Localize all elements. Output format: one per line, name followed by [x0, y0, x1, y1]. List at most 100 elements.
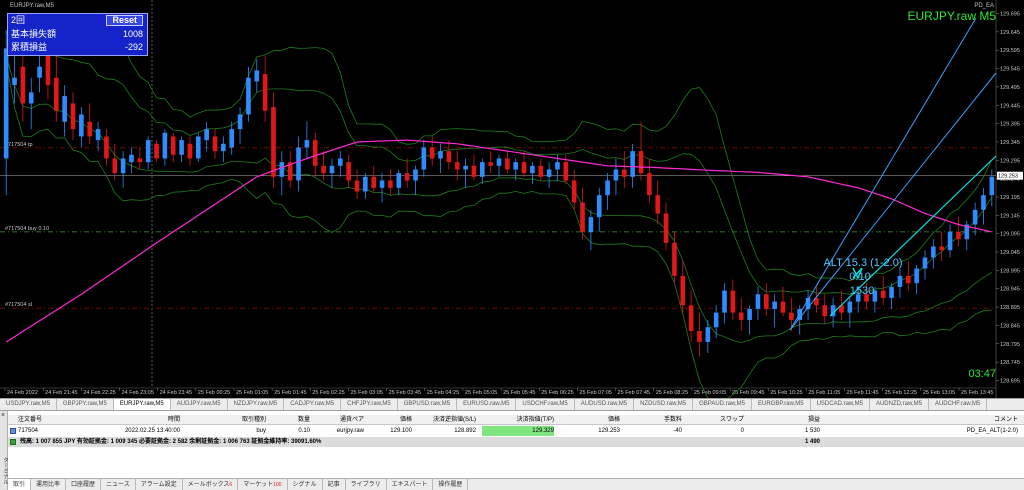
terminal-tab-label: シグナル: [292, 482, 317, 488]
account-summary-text: 残高: 1 007 855 JPY 有効証拠金: 1 009 345 必要証拠金…: [20, 439, 322, 445]
price-tick-label: 129.545: [1000, 67, 1020, 73]
column-header[interactable]: 決済逆指値(S/L): [416, 415, 476, 425]
terminal-tab[interactable]: エキスパート: [387, 479, 434, 490]
alt-label-amount: 1530: [849, 285, 875, 297]
time-tick-label: 25 Feb 03:45: [389, 390, 421, 396]
clock-label: 03:47: [968, 368, 996, 380]
candle-down: [388, 180, 393, 188]
candle-down: [789, 312, 794, 320]
column-header[interactable]: 決済指値(T/P): [482, 415, 554, 425]
level-label: #717504 tp: [5, 142, 33, 148]
table-cell: 129.100: [390, 428, 412, 434]
terminal-tab[interactable]: メールボックス6: [183, 479, 239, 490]
symbol-tab[interactable]: NZDUSD.raw,M5: [634, 399, 694, 410]
terminal-tab[interactable]: 口座履歴: [66, 479, 102, 490]
column-header[interactable]: 通貨ペア: [314, 415, 364, 425]
price-tick-label: 129.345: [1000, 140, 1020, 146]
terminal-tab[interactable]: 取引: [8, 479, 32, 490]
candle-up: [922, 257, 928, 269]
chart-canvas[interactable]: 129.695 129.645 129.595 129.545 129.495 129.4…: [0, 0, 1024, 398]
column-header[interactable]: コメント: [888, 415, 1018, 425]
symbol-tab[interactable]: AUDUSD.raw,M5: [575, 399, 635, 410]
symbol-tab[interactable]: USDCHF.raw,M5: [516, 399, 575, 410]
candle-up: [463, 165, 468, 170]
symbol-tab[interactable]: GBPJPY.raw,M5: [57, 399, 114, 410]
terminal-tab[interactable]: シグナル: [288, 479, 323, 490]
candle-down: [655, 195, 661, 214]
time-tick-label: 25 Feb 03:05: [350, 390, 382, 396]
symbol-tab[interactable]: USDCAD.raw,M5: [811, 399, 870, 410]
column-header[interactable]: 注文番号: [18, 415, 78, 425]
terminal-tab[interactable]: ニュース: [101, 479, 136, 490]
candle-down: [262, 74, 268, 111]
candle-down: [271, 107, 276, 177]
symbol-tab[interactable]: AUDJPY.raw,M5: [171, 399, 228, 410]
band-upper-outer: [5, 16, 993, 282]
time-tick-label: 24 Feb 22:25: [83, 390, 115, 396]
candle-down: [563, 162, 569, 181]
candle-up: [847, 301, 853, 313]
terminal-tab[interactable]: 運用比率: [31, 479, 67, 490]
column-header[interactable]: スワップ: [688, 415, 744, 425]
tab-badge: 6: [229, 482, 233, 488]
price-tick-label: 128.795: [1000, 342, 1020, 348]
symbol-tab[interactable]: AUDNZD.raw,M5: [870, 399, 929, 410]
price-tick-label: 128.695: [1000, 378, 1020, 384]
symbol-tab[interactable]: EURGBP.raw,M5: [752, 399, 811, 410]
time-tick-label: 25 Feb 01:05: [236, 390, 268, 396]
symbol-tab[interactable]: GBPAUD.raw,M5: [693, 399, 753, 410]
terminal-tab-label: ライブラリ: [350, 482, 381, 488]
mt4-window: 129.695 129.645 129.595 129.545 129.495 129.4…: [0, 0, 1024, 490]
candle-down: [354, 180, 360, 192]
candle-up: [713, 312, 719, 328]
time-tick-label: 25 Feb 10:25: [770, 390, 802, 396]
reset-button[interactable]: Reset: [106, 15, 143, 26]
terminal-tab[interactable]: アラーム設定: [136, 479, 183, 490]
candle-up: [304, 140, 310, 148]
column-header[interactable]: 手数料: [624, 415, 682, 425]
tab-badge: 100: [273, 482, 282, 488]
symbol-tab[interactable]: CADJPY.raw,M5: [284, 399, 342, 410]
terminal-tab[interactable]: マーケット100: [238, 479, 288, 490]
price-tick-label: 129.595: [1000, 48, 1020, 54]
price-chart[interactable]: 129.695 129.645 129.595 129.545 129.495 129.4…: [0, 0, 1024, 398]
candle-up: [588, 217, 594, 232]
band-lower-outer: [5, 62, 992, 398]
price-tick-label: 129.195: [1000, 195, 1020, 201]
column-header[interactable]: 価格: [560, 415, 620, 425]
symbol-tab[interactable]: CHFJPY.raw,M5: [341, 399, 398, 410]
table-row[interactable]: 717504 2022.02.25 13:40:00 buy 0.10 eurjpy.r…: [8, 426, 1024, 436]
symbol-tab[interactable]: NZDJPY.raw,M5: [228, 399, 285, 410]
symbol-tab[interactable]: GBPUSD.raw,M5: [398, 399, 458, 410]
column-header[interactable]: 時間: [98, 415, 180, 425]
time-tick-label: 25 Feb 08:25: [656, 390, 688, 396]
table-cell: 128.892: [454, 428, 476, 434]
symbol-tab[interactable]: EURUSD.raw,M5: [457, 399, 517, 410]
column-header[interactable]: 損益: [748, 415, 820, 425]
price-tick-label: 129.395: [1000, 122, 1020, 128]
symbol-tab[interactable]: USDJPY.raw,M5: [0, 399, 57, 410]
symbol-tab[interactable]: EURJPY.raw,M5: [113, 399, 171, 410]
column-header[interactable]: 取引種別: [188, 415, 266, 425]
close-icon[interactable]: ×: [1, 412, 5, 419]
candle-up: [363, 176, 368, 192]
candle-up: [596, 195, 602, 218]
time-tick-label: 25 Feb 00:25: [198, 390, 230, 396]
candle-down: [580, 202, 585, 232]
candle-up: [630, 151, 635, 177]
terminal-tab-label: 記事: [327, 482, 340, 488]
table-cell: 129.329: [482, 426, 554, 436]
candle-down: [187, 143, 193, 159]
terminal-tab[interactable]: ライブラリ: [346, 479, 387, 490]
candle-down: [53, 77, 59, 111]
symbol-tab[interactable]: AUDCHF.raw,M5: [929, 399, 988, 410]
column-header[interactable]: 数量: [270, 415, 310, 425]
time-tick-label: 25 Feb 06:25: [541, 390, 573, 396]
terminal-tab[interactable]: 記事: [323, 479, 346, 490]
candle-up: [755, 294, 761, 309]
candle-up: [530, 165, 535, 174]
time-tick-label: 25 Feb 11:45: [847, 390, 879, 396]
column-header[interactable]: 価格: [366, 415, 412, 425]
order-icon: [10, 428, 16, 434]
terminal-tab[interactable]: 操作履歴: [433, 479, 469, 490]
